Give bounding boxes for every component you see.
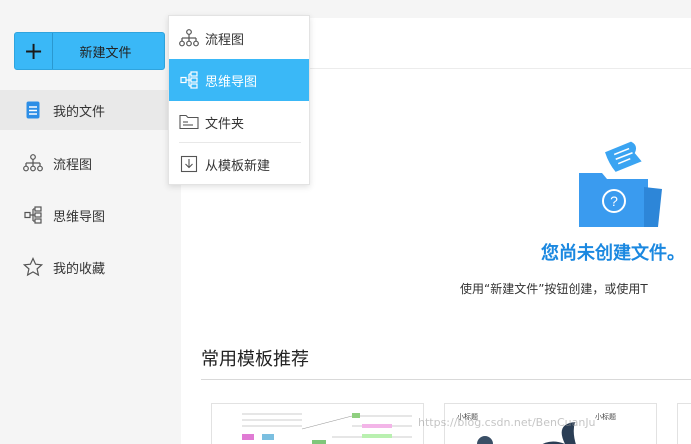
sidebar-item-flowchart[interactable]: 流程图 [0, 143, 181, 183]
new-file-button[interactable]: + 新建文件 [14, 32, 165, 70]
folder-icon [178, 112, 200, 132]
empty-folder-illustration: ? [578, 137, 668, 232]
download-icon [178, 154, 200, 174]
sidebar-item-mindmap[interactable]: 思维导图 [0, 195, 181, 235]
flowchart-icon [23, 153, 43, 173]
sidebar-item-my-files[interactable]: 我的文件 [0, 90, 168, 130]
sidebar: + 新建文件 我的文件 流程图 思维导图 我的收藏 [0, 0, 181, 444]
menu-item-mindmap[interactable]: 思维导图 [169, 59, 309, 101]
new-file-dropdown: 流程图 思维导图 文件夹 从模板新建 [168, 15, 310, 185]
empty-state-title: 您尚未创建文件。 [541, 243, 685, 264]
svg-text:?: ? [610, 193, 618, 209]
template-card[interactable] [677, 403, 691, 444]
sidebar-item-favorites[interactable]: 我的收藏 [0, 247, 181, 287]
star-icon [23, 257, 43, 277]
mindmap-icon [23, 205, 43, 225]
templates-section-title: 常用模板推荐 [201, 349, 309, 370]
document-icon [23, 100, 43, 120]
menu-item-label: 从模板新建 [205, 158, 271, 174]
menu-item-from-template[interactable]: 从模板新建 [169, 143, 309, 185]
sidebar-item-label: 我的收藏 [53, 261, 106, 277]
flowchart-icon [178, 28, 200, 48]
sidebar-item-label: 流程图 [53, 157, 93, 173]
template-snippet: 小标题 [595, 413, 616, 421]
menu-item-folder[interactable]: 文件夹 [169, 101, 309, 143]
templates-divider [201, 379, 691, 380]
sidebar-item-label: 我的文件 [53, 104, 106, 120]
new-file-label: 新建文件 [79, 45, 132, 61]
template-thumbnail [242, 413, 412, 444]
menu-item-flowchart[interactable]: 流程图 [169, 17, 309, 59]
menu-item-label: 思维导图 [205, 74, 258, 90]
sidebar-item-label: 思维导图 [53, 209, 106, 225]
watermark: https://blog.csdn.net/BenCuanJu [418, 416, 596, 429]
empty-state-description: 使用“新建文件”按钮创建，或使用T [460, 282, 648, 296]
app-window: + 新建文件 我的文件 流程图 思维导图 我的收藏 ? 您尚未创建文件。 使用“… [0, 0, 691, 444]
template-card[interactable] [211, 403, 424, 444]
menu-item-label: 流程图 [205, 32, 245, 48]
mindmap-icon [178, 70, 200, 90]
plus-icon: + [15, 33, 53, 69]
menu-item-label: 文件夹 [205, 116, 245, 132]
